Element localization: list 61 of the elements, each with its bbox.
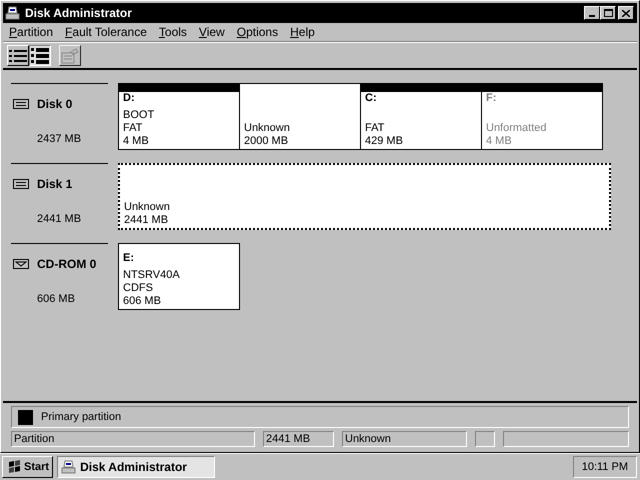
disk-app-icon (61, 460, 78, 474)
clock: 10:11 PM (572, 456, 637, 478)
disk-list-icon (31, 48, 49, 64)
partition-info: FAT (365, 122, 386, 135)
menu-item[interactable]: Partition (9, 23, 54, 41)
disk-app-icon (5, 6, 21, 20)
partition-block[interactable]: D: BOOT FAT 4 MB (118, 83, 240, 150)
menu-item[interactable]: Help (290, 23, 315, 41)
disk-size: 2441 MB (36, 212, 82, 226)
taskbar-task[interactable]: Disk Administrator (57, 456, 216, 478)
close-icon (622, 10, 630, 16)
disk-name: Disk 1 (37, 176, 72, 193)
drive-letter: C: (365, 92, 378, 105)
status-field: 2441 MB (263, 431, 334, 447)
minimize-icon (589, 15, 595, 17)
hard-disk-icon (13, 99, 29, 109)
menu-item[interactable]: Fault Tolerance (65, 23, 147, 41)
partition-info: 4 MB (123, 135, 150, 148)
partition-block[interactable]: C: FAT 429 MB (360, 83, 482, 150)
hard-disk-icon (13, 179, 29, 189)
legend-label: Primary partition (41, 410, 122, 425)
menu-item[interactable]: Options (236, 23, 278, 41)
partition-info: 4 MB (486, 135, 513, 148)
status-field (475, 431, 495, 447)
close-button[interactable] (618, 6, 634, 20)
partition-info: Unformatted (486, 122, 548, 135)
partition-info: 606 MB (123, 295, 162, 308)
disk-name: CD-ROM 0 (37, 256, 96, 273)
status-field: Unknown (342, 431, 467, 447)
cd-drive-icon (13, 259, 29, 269)
partition-info: 2441 MB (124, 214, 170, 227)
partition-info: CDFS (123, 282, 154, 295)
disk-size: 2437 MB (36, 132, 82, 146)
minimize-button[interactable] (584, 6, 600, 20)
partition-info: NTSRV40A (123, 269, 181, 282)
partition-info: BOOT (123, 109, 156, 122)
partition-block[interactable]: F: Unformatted 4 MB (481, 83, 603, 150)
drive-letter: F: (486, 92, 498, 105)
start-button[interactable]: Start (2, 456, 54, 478)
windows-logo-icon (6, 460, 22, 474)
partition-block[interactable]: Unknown 2000 MB (239, 83, 361, 150)
disk-size: 606 MB (36, 292, 76, 306)
list-icon (9, 48, 27, 62)
partition-info: 429 MB (365, 135, 404, 148)
status-field: Partition (11, 431, 255, 447)
window-title: Disk Administrator (25, 5, 133, 22)
menu-item[interactable]: Tools (158, 23, 187, 41)
disk-name: Disk 0 (37, 96, 72, 113)
toolbar-button[interactable] (29, 45, 51, 66)
drive-letter: D: (123, 92, 136, 105)
menu-item[interactable]: View (198, 23, 225, 41)
partition-block[interactable]: Unknown 2441 MB (118, 163, 611, 230)
maximize-icon (604, 9, 612, 17)
maximize-button[interactable] (600, 6, 616, 20)
partition-info: 2000 MB (244, 135, 290, 148)
properties-icon (61, 48, 79, 64)
partition-info: FAT (123, 122, 144, 135)
partition-block[interactable]: E: NTSRV40A CDFS 606 MB (118, 243, 240, 310)
partition-info: Unknown (244, 122, 291, 135)
partition-info: Unknown (124, 201, 171, 214)
drive-letter: E: (123, 252, 135, 265)
